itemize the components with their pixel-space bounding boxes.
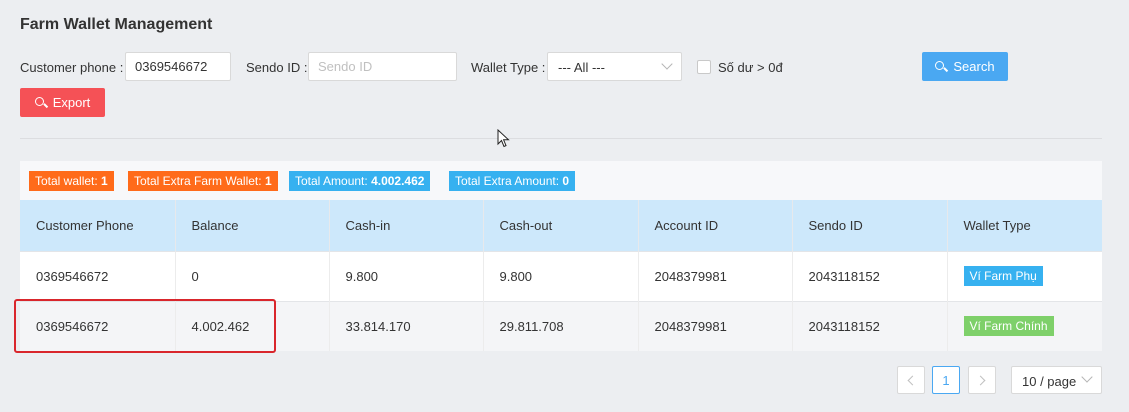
column-header-sendo-id[interactable]: Sendo ID: [792, 200, 948, 251]
total-extra-amount-badge: Total Extra Amount: 0: [449, 171, 576, 191]
pagination-next-button[interactable]: [968, 366, 996, 394]
export-button[interactable]: Export: [20, 88, 105, 117]
balance-positive-label[interactable]: Số dư > 0đ: [718, 60, 783, 75]
column-header-cash-out[interactable]: Cash-out: [483, 200, 639, 251]
cell-sendo-id: 2043118152: [792, 250, 948, 301]
total-amount-badge: Total Amount: 4.002.462: [289, 171, 431, 191]
column-header-cash-in[interactable]: Cash-in: [329, 200, 484, 251]
wallet-table: Customer Phone Balance Cash-in Cash-out …: [20, 200, 1102, 351]
cell-account-id: 2048379981: [638, 300, 793, 351]
column-header-account-id[interactable]: Account ID: [638, 200, 793, 251]
sendo-id-input[interactable]: [308, 52, 457, 81]
search-icon: [935, 60, 947, 73]
sendo-id-label: Sendo ID :: [246, 60, 308, 75]
search-button-label: Search: [953, 59, 995, 74]
column-header-balance[interactable]: Balance: [175, 200, 330, 251]
page-title: Farm Wallet Management: [20, 16, 213, 33]
search-button[interactable]: Search: [922, 52, 1008, 81]
cell-cash-in: 9.800: [329, 250, 484, 301]
summary-bar: Total wallet: 1 Total Extra Farm Wallet:…: [20, 161, 1102, 200]
search-icon: [34, 96, 47, 109]
column-header-wallet-type[interactable]: Wallet Type: [947, 200, 1102, 251]
cell-cash-in: 33.814.170: [329, 300, 484, 351]
table-row[interactable]: 0369546672 4.002.462 33.814.170 29.811.7…: [20, 300, 1102, 351]
cell-account-id: 2048379981: [638, 250, 793, 301]
pagination-prev-button[interactable]: [897, 366, 925, 394]
mouse-cursor-icon: [497, 129, 510, 148]
cell-cash-out: 29.811.708: [483, 300, 639, 351]
wallet-type-label: Wallet Type :: [471, 60, 546, 75]
total-extra-farm-wallet-badge: Total Extra Farm Wallet: 1: [128, 171, 278, 191]
wallet-type-badge: Ví Farm Phụ: [963, 266, 1043, 286]
pagination-page-1[interactable]: 1: [932, 366, 960, 394]
column-header-customer-phone[interactable]: Customer Phone: [20, 200, 176, 251]
balance-positive-checkbox[interactable]: [697, 60, 711, 74]
cell-balance: 0: [175, 250, 330, 301]
cell-wallet-type: Ví Farm Phụ: [947, 250, 1102, 301]
wallet-type-value: --- All ---: [558, 60, 605, 75]
cell-cash-out: 9.800: [483, 250, 639, 301]
customer-phone-input[interactable]: [125, 52, 231, 81]
table-header-row: Customer Phone Balance Cash-in Cash-out …: [20, 200, 1102, 251]
chevron-right-icon: [975, 375, 986, 385]
cell-wallet-type: Ví Farm Chính: [947, 300, 1102, 351]
wallet-type-badge: Ví Farm Chính: [963, 316, 1054, 337]
customer-phone-label: Customer phone :: [20, 60, 124, 75]
cell-balance: 4.002.462: [175, 300, 330, 351]
page-size-select[interactable]: 10 / page: [1011, 366, 1102, 394]
chevron-left-icon: [907, 375, 918, 385]
section-divider: [20, 138, 1102, 139]
table-row[interactable]: 0369546672 0 9.800 9.800 2048379981 2043…: [20, 250, 1102, 301]
page-size-value: 10 / page: [1022, 374, 1077, 389]
cell-customer-phone: 0369546672: [20, 300, 176, 351]
cell-sendo-id: 2043118152: [792, 300, 948, 351]
total-wallet-badge: Total wallet: 1: [29, 171, 114, 191]
chevron-down-icon: [1081, 371, 1093, 383]
export-button-label: Export: [52, 95, 91, 110]
wallet-type-select[interactable]: --- All ---: [547, 52, 682, 81]
cell-customer-phone: 0369546672: [20, 250, 176, 301]
chevron-down-icon: [661, 58, 673, 70]
